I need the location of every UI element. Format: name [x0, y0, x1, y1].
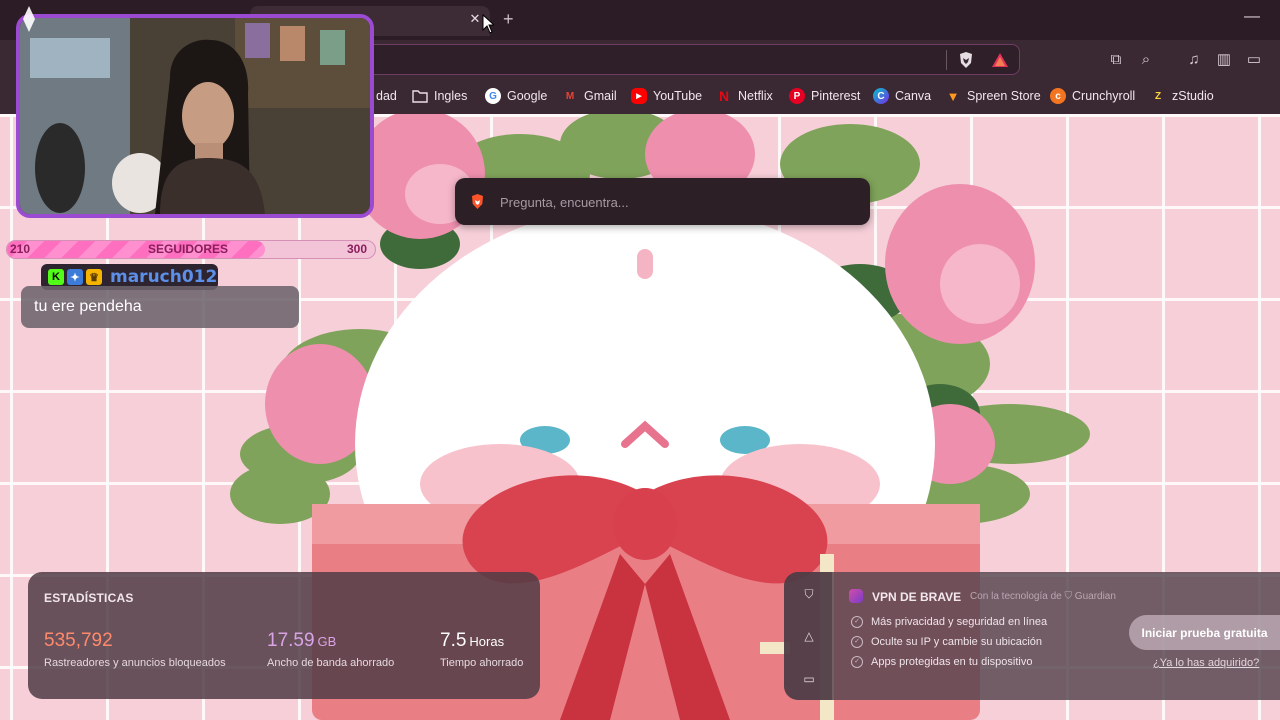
- zstudio-icon: Z: [1154, 90, 1162, 102]
- vpn-feature-text: Más privacidad y seguridad en línea: [871, 616, 1048, 628]
- vpn-powered-by: Con la tecnología de ⛉ Guardian: [970, 591, 1116, 602]
- bookmark-label: Gmail: [584, 89, 617, 103]
- check-icon: ✓: [851, 656, 863, 668]
- bookmark-label: Pinterest: [811, 89, 861, 103]
- bookmark-label: Canva: [895, 89, 932, 103]
- search-input[interactable]: [500, 191, 855, 213]
- spreen-store-icon: ▼: [946, 88, 960, 104]
- youtube-icon: ▶: [631, 88, 647, 104]
- bookmark-gmail[interactable]: M Gmail: [562, 86, 617, 106]
- bookmark-label: Ingles: [434, 89, 468, 103]
- crown-badge-icon: ♛: [86, 269, 102, 285]
- vpn-powered-text: Con la tecnología de: [970, 591, 1062, 602]
- extensions-icon[interactable]: ⧉: [1106, 50, 1126, 70]
- bookmark-folder-ingles[interactable]: Ingles: [412, 86, 467, 106]
- bookmark-canva[interactable]: C Canva: [873, 86, 931, 106]
- bookmark-label: Crunchyroll: [1072, 89, 1136, 103]
- folder-icon: [412, 90, 428, 103]
- gmail-icon: M: [565, 90, 575, 102]
- brave-lion-icon: [472, 194, 483, 209]
- vpn-feature-text: Apps protegidas en tu dispositivo: [871, 656, 1033, 668]
- pinterest-icon: P: [789, 88, 805, 104]
- mouse-cursor-icon: [482, 14, 494, 34]
- bookmark-crunchyroll[interactable]: c Crunchyroll: [1050, 86, 1135, 106]
- bookmark-youtube[interactable]: ▶ YouTube: [631, 86, 702, 106]
- netflix-icon: N: [718, 88, 730, 104]
- bookmark-label: Google: [507, 89, 548, 103]
- webcam-feed: [20, 18, 370, 214]
- chat-username: maruch012: [110, 267, 218, 287]
- follower-goal-label: SEGUIDORES: [148, 242, 229, 256]
- time-saved-label: Tiempo ahorrado: [440, 657, 524, 669]
- google-icon: G: [485, 88, 501, 104]
- talk-camera-icon[interactable]: ▭: [800, 670, 818, 688]
- bandwidth-saved-value: 17.59 GB: [267, 630, 336, 652]
- bookmark-google[interactable]: G Google: [485, 86, 547, 106]
- bookmark-label: YouTube: [653, 89, 703, 103]
- shield-icon[interactable]: ⛉: [800, 585, 818, 603]
- vpn-feature: ✓ Apps protegidas en tu dispositivo: [851, 656, 1032, 668]
- rewards-triangle-icon[interactable]: △: [800, 627, 818, 645]
- leo-search-icon[interactable]: ⌕: [1136, 50, 1156, 70]
- start-free-trial-button[interactable]: Iniciar prueba gratuita: [1129, 615, 1280, 650]
- vpn-feature: ✓ Oculte su IP y cambie su ubicación: [851, 636, 1042, 648]
- bookmark-label: dad: [376, 89, 397, 103]
- stat-unit: Horas: [469, 634, 505, 649]
- bookmark-pinterest[interactable]: P Pinterest: [789, 86, 860, 106]
- address-bar-divider: [946, 50, 947, 70]
- address-bar[interactable]: [350, 44, 1020, 75]
- follower-goal-target: 300: [347, 242, 368, 256]
- chat-message: tu ere pendeha: [21, 286, 299, 328]
- webcam-overlay: [16, 14, 374, 218]
- minimize-window-button[interactable]: —: [1244, 8, 1260, 26]
- vpn-logo-icon: [849, 589, 863, 603]
- bookmark-spreen-store[interactable]: ▼ Spreen Store: [945, 86, 1041, 106]
- vpn-feature-text: Oculte su IP y cambie su ubicación: [871, 636, 1042, 648]
- bookmark-label: zStudio: [1172, 89, 1214, 103]
- crunchyroll-icon: c: [1050, 88, 1066, 104]
- stat-number: 7.5: [440, 630, 467, 651]
- stat-unit: GB: [317, 634, 337, 649]
- follower-goal-current: 210: [10, 242, 31, 256]
- vpn-title: VPN DE BRAVE: [872, 590, 962, 604]
- bandwidth-saved-label: Ancho de banda ahorrado: [267, 657, 395, 669]
- trackers-blocked-label: Rastreadores y anuncios bloqueados: [44, 657, 226, 669]
- stats-title: ESTADÍSTICAS: [44, 591, 134, 605]
- kick-badge-icon: K: [48, 269, 64, 285]
- vpn-powered-brand: Guardian: [1074, 591, 1116, 602]
- bookmark-netflix[interactable]: N Netflix: [716, 86, 773, 106]
- broadcaster-badge-icon: ✦: [67, 269, 83, 285]
- canva-icon: C: [873, 88, 889, 104]
- check-icon: ✓: [851, 636, 863, 648]
- check-icon: ✓: [851, 616, 863, 628]
- already-purchased-link[interactable]: ¿Ya lo has adquirido?: [1153, 657, 1259, 669]
- guardian-icon: ⛉: [1064, 591, 1073, 602]
- wallet-icon[interactable]: ▭: [1244, 50, 1264, 70]
- time-saved-value: 7.5 Horas: [440, 630, 504, 652]
- brave-rewards-icon[interactable]: [991, 52, 1009, 68]
- media-icon[interactable]: ♫: [1184, 50, 1204, 70]
- new-tab-button[interactable]: +: [503, 9, 514, 30]
- close-tab-button[interactable]: ✕: [467, 11, 483, 27]
- sparkle-icon: [23, 6, 35, 32]
- stat-number: 535,792: [44, 630, 113, 651]
- trackers-blocked-value: 535,792: [44, 630, 113, 652]
- bookmark-dad[interactable]: dad: [376, 86, 397, 106]
- brave-shields-icon[interactable]: [958, 51, 974, 69]
- bookmark-label: Spreen Store: [967, 89, 1041, 103]
- sidebar-toggle-icon[interactable]: ▥: [1214, 50, 1234, 70]
- vpn-feature: ✓ Más privacidad y seguridad en línea: [851, 616, 1047, 628]
- bookmark-label: Netflix: [738, 89, 773, 103]
- bookmark-zstudio[interactable]: Z zStudio: [1150, 86, 1214, 106]
- stat-number: 17.59: [267, 630, 315, 651]
